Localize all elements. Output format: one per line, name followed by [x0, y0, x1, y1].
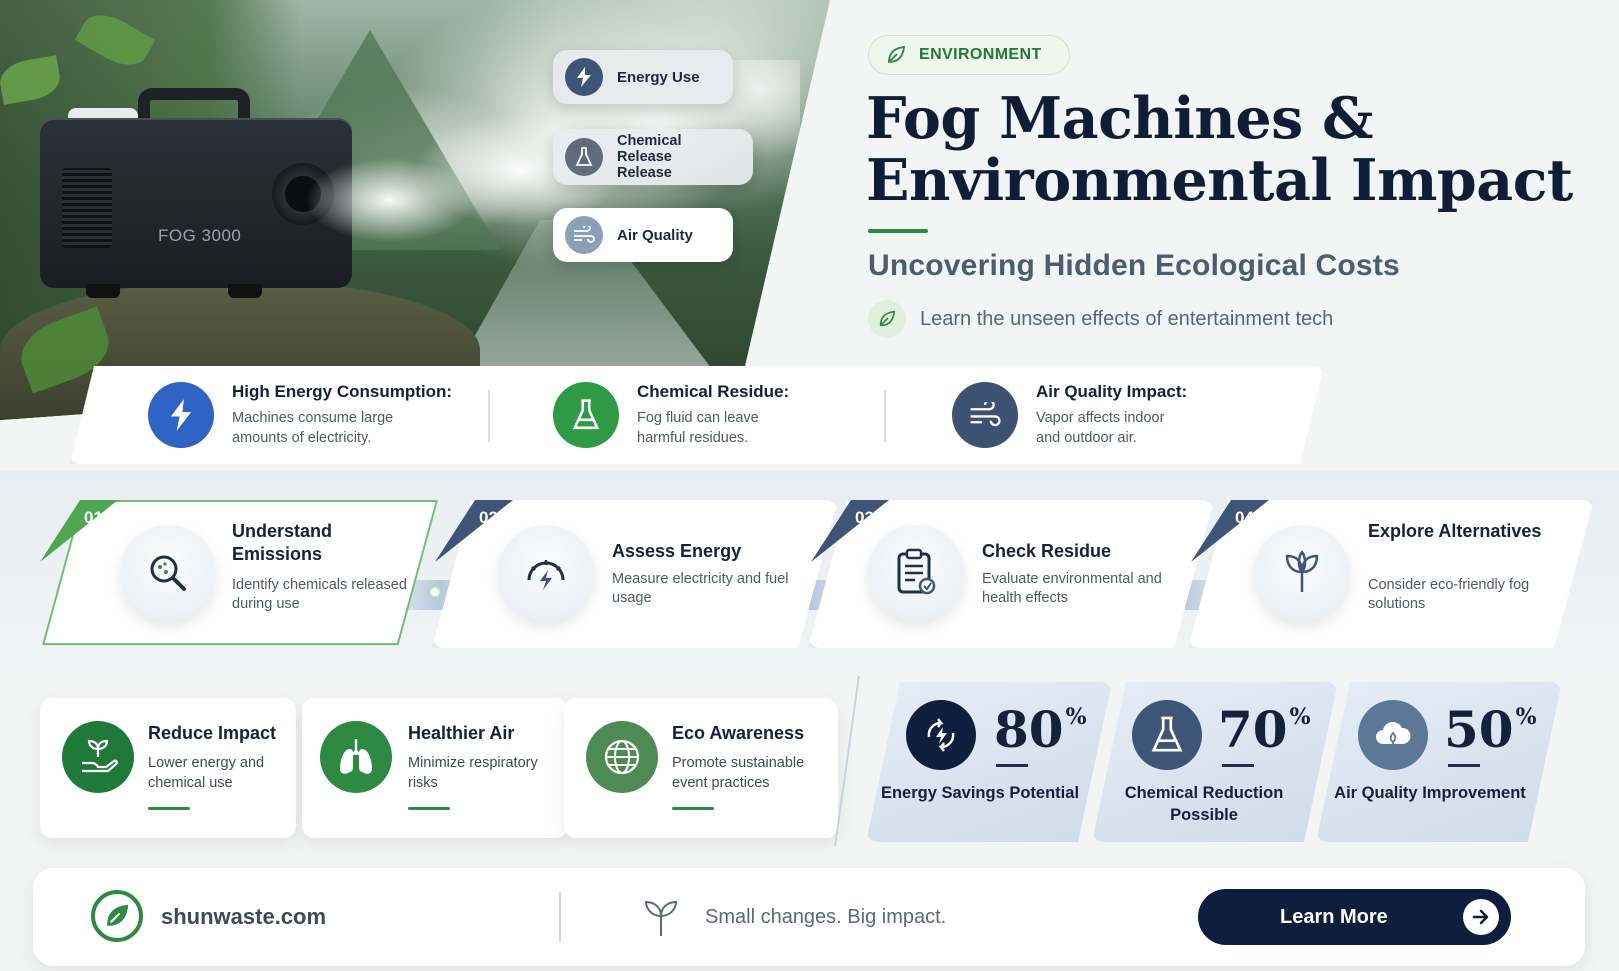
- title-line-2: Environmental Impact: [866, 147, 1573, 214]
- chip-chemical-release: Chemical Release Release: [553, 129, 753, 185]
- magnifier-icon: [150, 555, 186, 591]
- benefit-card-reduce-impact: Reduce Impact Lower energy and chemical …: [40, 698, 296, 838]
- learn-more-button[interactable]: Learn More: [1198, 889, 1511, 945]
- step-text: Measure electricity and fuel usage: [612, 571, 789, 606]
- step-title: Check Residue: [982, 541, 1112, 561]
- impact-chemical: Chemical Residue: Fog fluid can leave ha…: [553, 366, 789, 464]
- globe-icon: [586, 721, 658, 793]
- lightning-icon: [148, 382, 214, 448]
- wind-icon: [952, 382, 1018, 448]
- step-4-icon-circle: [1254, 525, 1350, 621]
- impact-air: Air Quality Impact: Vapor affects indoor…: [952, 366, 1187, 464]
- chip-label: Energy Use: [617, 68, 700, 86]
- arrow-right-icon: [1463, 899, 1499, 935]
- chip-air-quality: Air Quality: [553, 208, 733, 262]
- stat-number: 70: [1218, 700, 1288, 759]
- title-line-1: Fog Machines &: [866, 85, 1374, 152]
- site-link[interactable]: shunwaste.com: [161, 904, 326, 930]
- step-text: Evaluate environmental and health effect…: [982, 571, 1162, 606]
- step-text: Consider eco-friendly fog solutions: [1368, 577, 1530, 612]
- benefit-card-healthier-air: Healthier Air Minimize respiratory risks: [302, 698, 568, 838]
- leaf-icon: [888, 45, 906, 63]
- learn-note: Learn the unseen effects of entertainmen…: [868, 300, 1333, 338]
- divider: [488, 390, 490, 442]
- footer-divider: [559, 892, 561, 942]
- step-title: Assess Energy: [612, 541, 742, 561]
- stat-value: 50%: [1444, 700, 1537, 759]
- divider: [884, 390, 886, 442]
- flask-icon: [1132, 700, 1202, 770]
- wind-icon: [565, 216, 603, 254]
- stat-label: Chemical Reduction Possible: [1124, 784, 1284, 824]
- sprout-icon: [641, 898, 681, 943]
- stat-unit: %: [1289, 704, 1311, 730]
- clipboard-icon: [897, 548, 936, 595]
- page-title: Fog Machines & Environmental Impact: [866, 88, 1586, 212]
- stat-unit: %: [1515, 704, 1537, 730]
- stat-number: 50: [1444, 700, 1514, 759]
- stat-number: 80: [994, 700, 1064, 759]
- hand-sprout-icon: [62, 721, 134, 793]
- benefit-rule: [672, 807, 714, 810]
- note-text: Learn the unseen effects of entertainmen…: [920, 307, 1334, 330]
- benefit-title: Eco Awareness: [672, 723, 805, 743]
- cloud-icon: [1358, 700, 1428, 770]
- title-rule: [868, 229, 928, 233]
- lungs-icon: [320, 721, 392, 793]
- stat-value: 80%: [994, 700, 1087, 759]
- impact-title: Air Quality Impact:: [1036, 382, 1188, 401]
- chip-energy-use: Energy Use: [553, 50, 733, 104]
- flask-icon: [553, 382, 619, 448]
- chip-label: Air Quality: [617, 226, 693, 244]
- benefit-text: Promote sustainable event practices: [672, 755, 805, 791]
- step-2-icon-circle: [498, 525, 594, 621]
- step-title: Understand Emissions: [232, 521, 333, 564]
- plant-icon: [1285, 550, 1319, 592]
- stat-label: Energy Savings Potential: [880, 784, 1080, 802]
- impact-text: Machines consume large amounts of electr…: [232, 410, 394, 446]
- stat-rule: [996, 764, 1028, 767]
- gauge-icon: [527, 560, 565, 590]
- subtitle: Uncovering Hidden Ecological Costs: [868, 249, 1400, 282]
- chip-label: Chemical Release Release: [617, 133, 682, 181]
- button-label: Learn More: [1280, 905, 1388, 928]
- benefit-text: Minimize respiratory risks: [408, 755, 538, 791]
- lightning-icon: [565, 58, 603, 96]
- impact-title: High Energy Consumption:: [232, 382, 453, 401]
- machine-label: FOG 3000: [158, 226, 242, 245]
- tag-label: ENVIRONMENT: [919, 46, 1042, 63]
- stat-unit: %: [1065, 704, 1087, 730]
- leaf-icon: [868, 300, 906, 338]
- site-logo-icon: [91, 890, 143, 942]
- step-title: Explore Alternatives: [1368, 521, 1542, 541]
- benefit-text: Lower energy and chemical use: [148, 755, 265, 791]
- benefit-title: Reduce Impact: [148, 723, 277, 743]
- step-text: Identify chemicals released during use: [232, 577, 407, 612]
- impact-title: Chemical Residue:: [637, 382, 790, 401]
- recycle-bolt-icon: [906, 700, 976, 770]
- stat-rule: [1448, 764, 1480, 767]
- benefit-rule: [148, 807, 190, 810]
- benefit-title: Healthier Air: [408, 723, 515, 743]
- benefit-rule: [408, 807, 450, 810]
- impact-energy: High Energy Consumption: Machines consum…: [148, 366, 452, 464]
- impact-text: Fog fluid can leave harmful residues.: [637, 410, 759, 446]
- category-tag: ENVIRONMENT: [868, 35, 1070, 75]
- step-1-icon-circle: [120, 525, 216, 621]
- stat-rule: [1222, 764, 1254, 767]
- slogan: Small changes. Big impact.: [705, 906, 947, 928]
- flask-icon: [565, 138, 603, 176]
- stat-label: Air Quality Improvement: [1334, 784, 1526, 802]
- footer: shunwaste.com Small changes. Big impact.…: [33, 868, 1585, 966]
- machine-vent: [62, 168, 112, 248]
- benefit-card-eco-awareness: Eco Awareness Promote sustainable event …: [564, 698, 838, 838]
- step-3-icon-circle: [868, 525, 964, 621]
- stat-value: 70%: [1218, 700, 1311, 759]
- impact-text: Vapor affects indoor and outdoor air.: [1036, 410, 1165, 446]
